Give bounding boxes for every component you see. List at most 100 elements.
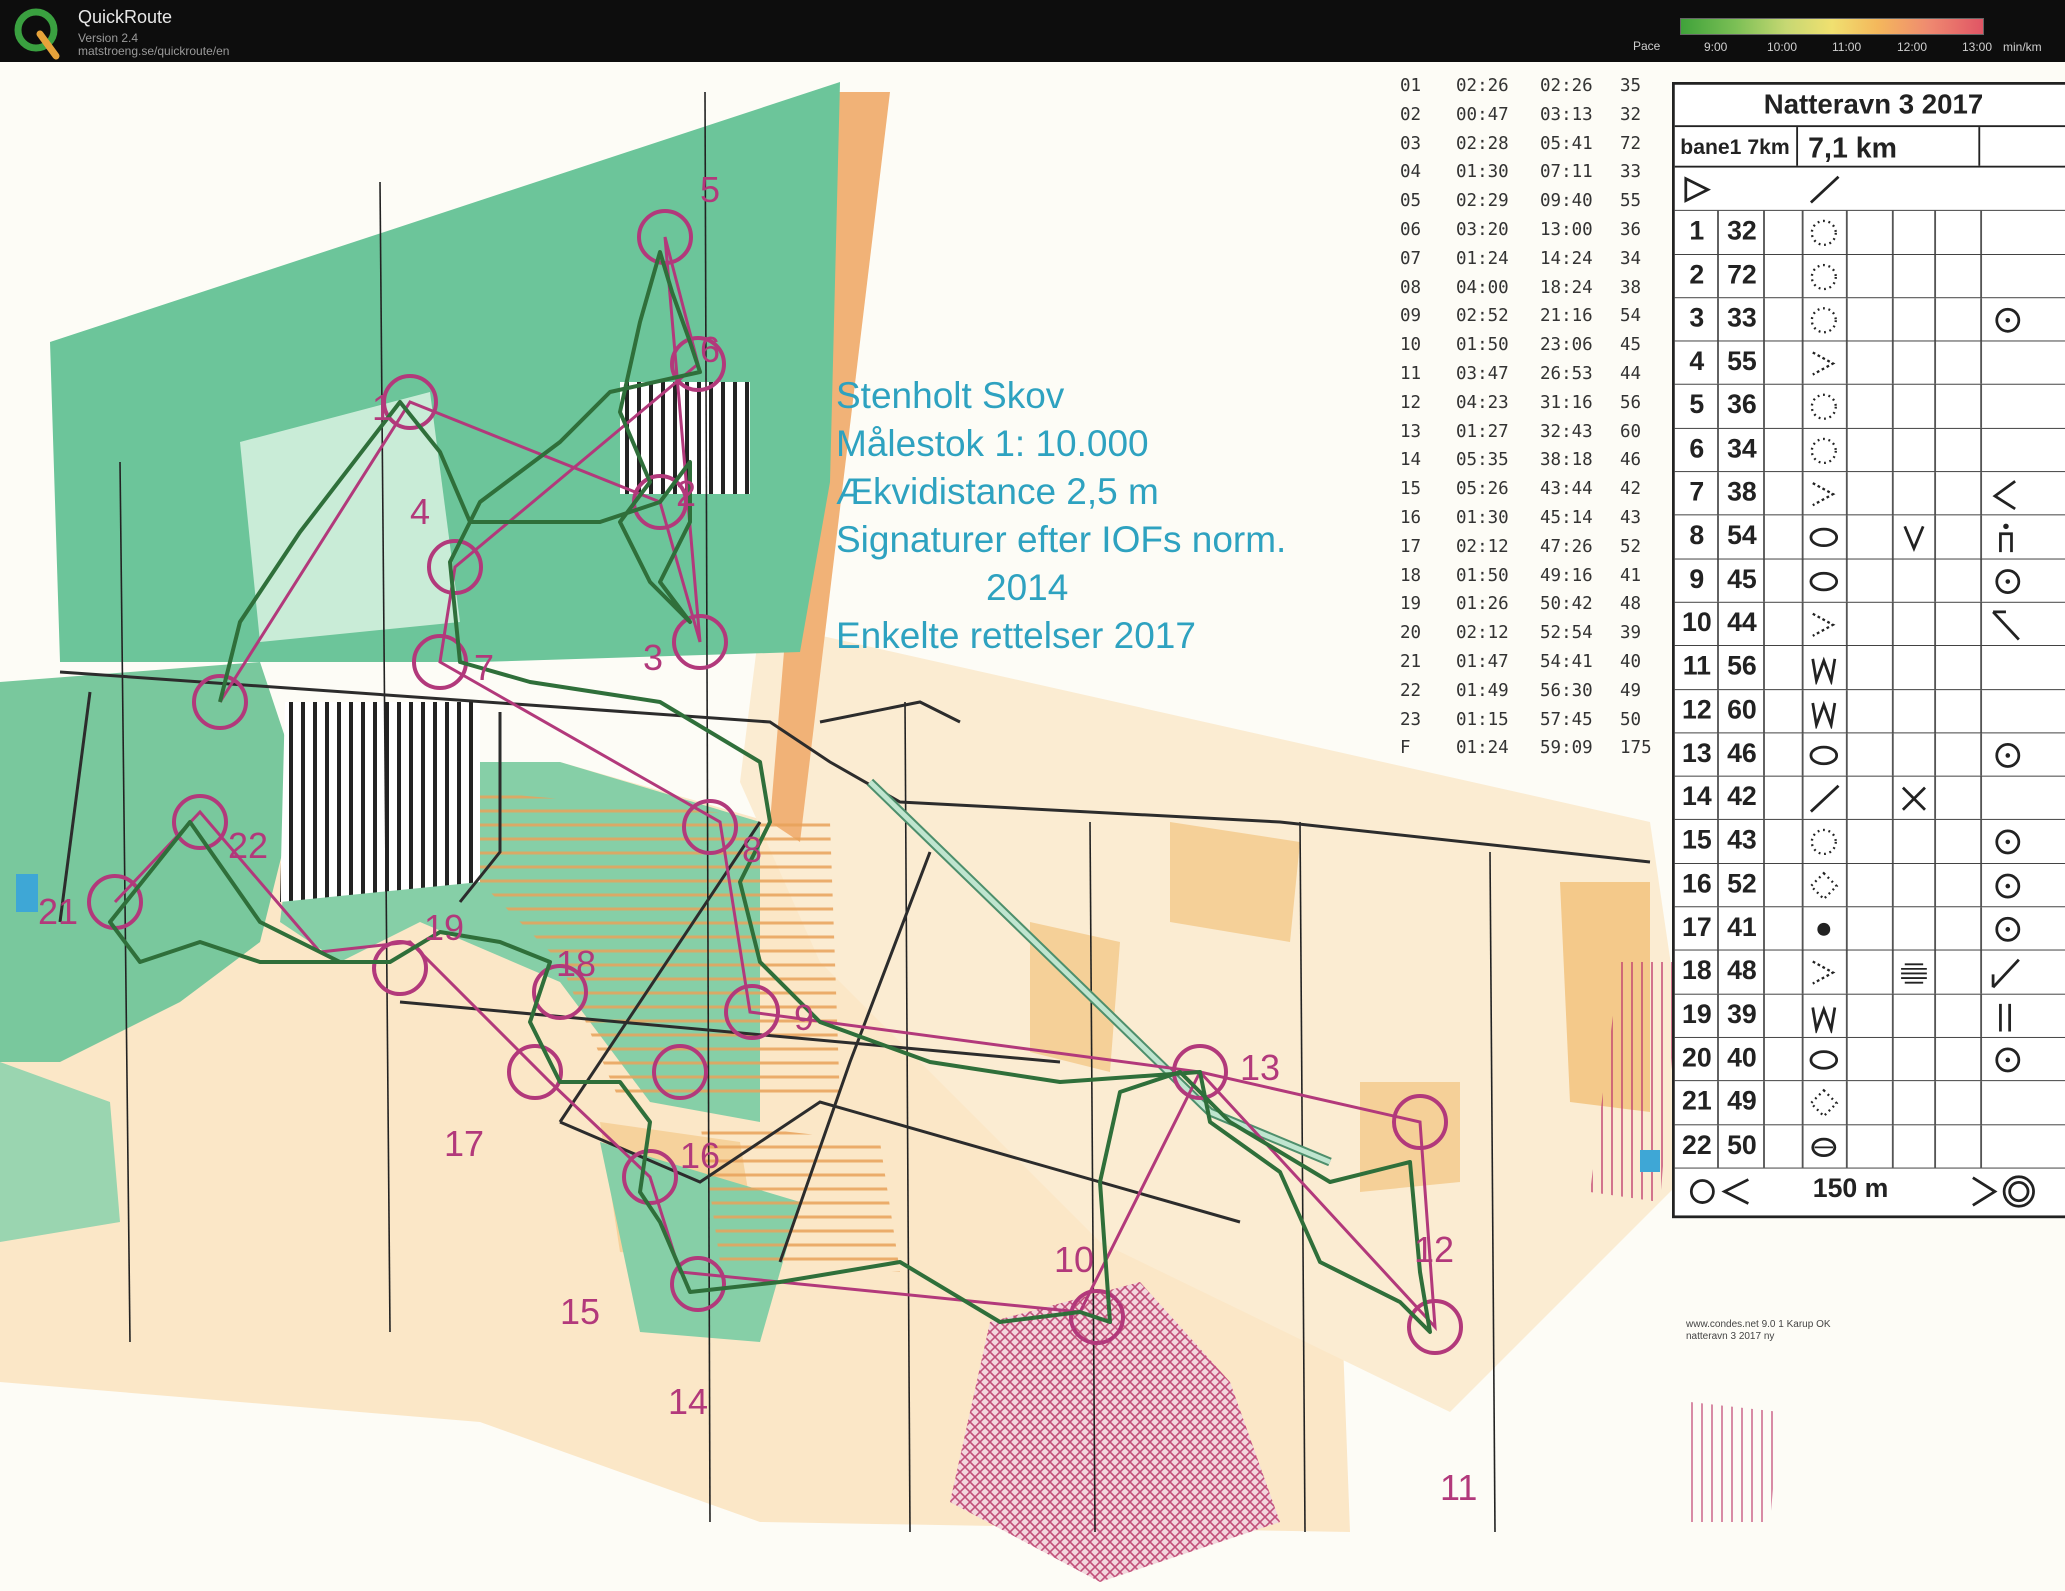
control-sequence: 19	[1681, 999, 1712, 1030]
dotted-symbol-icon	[1810, 263, 1837, 290]
split-row: 23 01:15 57:45 50	[1400, 710, 1670, 739]
rings-symbol-icon	[1901, 963, 1927, 984]
split-total-time: 31:16	[1540, 392, 1593, 413]
grid-line	[1717, 385, 1719, 428]
grid-line	[1934, 211, 1936, 254]
map-norm-year: 2014	[986, 567, 1069, 608]
split-pace: 45	[1620, 335, 1642, 356]
finish-row: 150 m	[1675, 1168, 2065, 1212]
split-total-time: 43:44	[1540, 479, 1593, 500]
control-label: 2	[676, 473, 696, 514]
grid-line	[1845, 646, 1848, 689]
dotted-symbol-icon	[1810, 220, 1837, 247]
grid-line	[1717, 602, 1719, 646]
control-code: 55	[1727, 347, 1757, 377]
control-code: 54	[1727, 521, 1757, 551]
split-total-time: 09:40	[1540, 191, 1593, 212]
grid-line	[1891, 689, 1894, 733]
split-leg-time: 05:26	[1456, 479, 1509, 500]
pace-tick: 10:00	[1767, 40, 1798, 54]
split-total-time: 49:16	[1540, 565, 1593, 586]
grid-line	[1980, 559, 1982, 602]
split-pace: 175	[1620, 738, 1652, 759]
split-row: 08 04:00 18:24 38	[1400, 278, 1670, 307]
grid-line	[1980, 863, 1982, 907]
control-label: 6	[700, 329, 720, 370]
split-row: 15 05:26 43:44 42	[1400, 479, 1670, 508]
split-pace: 48	[1620, 594, 1642, 615]
grid-line	[1717, 559, 1719, 602]
split-control: 11	[1400, 363, 1422, 384]
split-total-time: 07:11	[1540, 162, 1593, 183]
grid-line	[1763, 428, 1765, 472]
finish-start-marker-icon	[1689, 1178, 1749, 1205]
control-sequence: 1	[1689, 216, 1705, 247]
control-code: 45	[1727, 564, 1757, 595]
split-pace: 54	[1620, 306, 1642, 327]
grid-line	[1763, 863, 1765, 907]
grid-line	[1891, 1124, 1894, 1168]
control-label: 15	[560, 1291, 600, 1332]
control-code: 39	[1727, 999, 1757, 1030]
control-code: 41	[1727, 912, 1757, 943]
control-description-row: 2 72	[1674, 254, 2065, 299]
grid-line	[1717, 863, 1719, 907]
cross-symbol-icon	[1901, 786, 1926, 811]
grid-line	[1801, 298, 1804, 341]
ellipse-symbol-icon	[1809, 528, 1839, 548]
pace-label: Pace	[1633, 39, 1661, 53]
split-total-time: 45:14	[1540, 507, 1593, 528]
split-pace: 55	[1620, 191, 1642, 212]
split-row: 17 02:12 47:26 52	[1400, 537, 1670, 566]
control-code: 43	[1727, 825, 1757, 856]
control-sequence: 13	[1681, 738, 1712, 769]
split-row: 19 01:26 50:42 48	[1400, 594, 1670, 623]
split-pace: 42	[1620, 479, 1642, 500]
split-pace: 33	[1620, 162, 1642, 183]
grid-line	[1763, 950, 1765, 994]
grid-line	[1763, 1081, 1765, 1124]
control-sequence: 10	[1681, 608, 1712, 638]
split-control: F	[1400, 738, 1411, 759]
control-code: 50	[1727, 1130, 1757, 1160]
sideO-symbol-icon	[1995, 873, 2021, 899]
ellipse-symbol-icon	[1809, 571, 1839, 591]
split-leg-time: 00:47	[1456, 104, 1509, 125]
split-leg-time: 01:24	[1456, 738, 1509, 759]
split-total-time: 05:41	[1540, 133, 1593, 154]
control-label: 10	[1054, 1239, 1094, 1280]
control-label: 17	[444, 1123, 484, 1164]
grid-line	[1980, 385, 1982, 428]
grid-line	[1801, 1081, 1804, 1124]
quickroute-logo-icon	[14, 8, 60, 60]
sideO-symbol-icon	[1995, 916, 2021, 942]
control-sequence: 12	[1681, 695, 1712, 725]
split-total-time: 54:41	[1540, 651, 1593, 672]
split-row: F 01:24 59:09 175	[1400, 738, 1670, 767]
control-description-row: 8 54	[1674, 515, 2065, 560]
app-url: matstroeng.se/quickroute/en	[78, 44, 230, 58]
split-control: 13	[1400, 421, 1422, 442]
sideO-symbol-icon	[1995, 829, 2021, 855]
split-control: 03	[1400, 133, 1422, 154]
split-row: 20 02:12 52:54 39	[1400, 623, 1670, 652]
control-description-sheet: Natteravn 3 2017 bane1 7km 7,1 km 1 32 2 72…	[1672, 82, 2065, 1219]
grid-line	[1891, 298, 1894, 341]
split-total-time: 14:24	[1540, 248, 1593, 269]
control-sequence: 3	[1689, 303, 1705, 334]
grid-line	[1891, 776, 1894, 820]
split-leg-time: 04:00	[1456, 277, 1509, 298]
grid-line	[1763, 994, 1765, 1037]
split-leg-time: 01:26	[1456, 594, 1509, 615]
control-sequence: 20	[1681, 1043, 1712, 1073]
ellipse-symbol-icon	[1809, 745, 1839, 765]
control-code: 38	[1727, 477, 1757, 508]
grid-line	[1980, 820, 1982, 863]
grid-line	[1717, 211, 1719, 254]
sideO-symbol-icon	[1995, 568, 2021, 594]
reentrant-symbol-icon	[1812, 351, 1836, 376]
split-leg-time: 02:28	[1456, 133, 1509, 154]
split-leg-time: 03:20	[1456, 219, 1509, 240]
split-control: 20	[1400, 623, 1422, 644]
split-control: 10	[1400, 335, 1422, 356]
